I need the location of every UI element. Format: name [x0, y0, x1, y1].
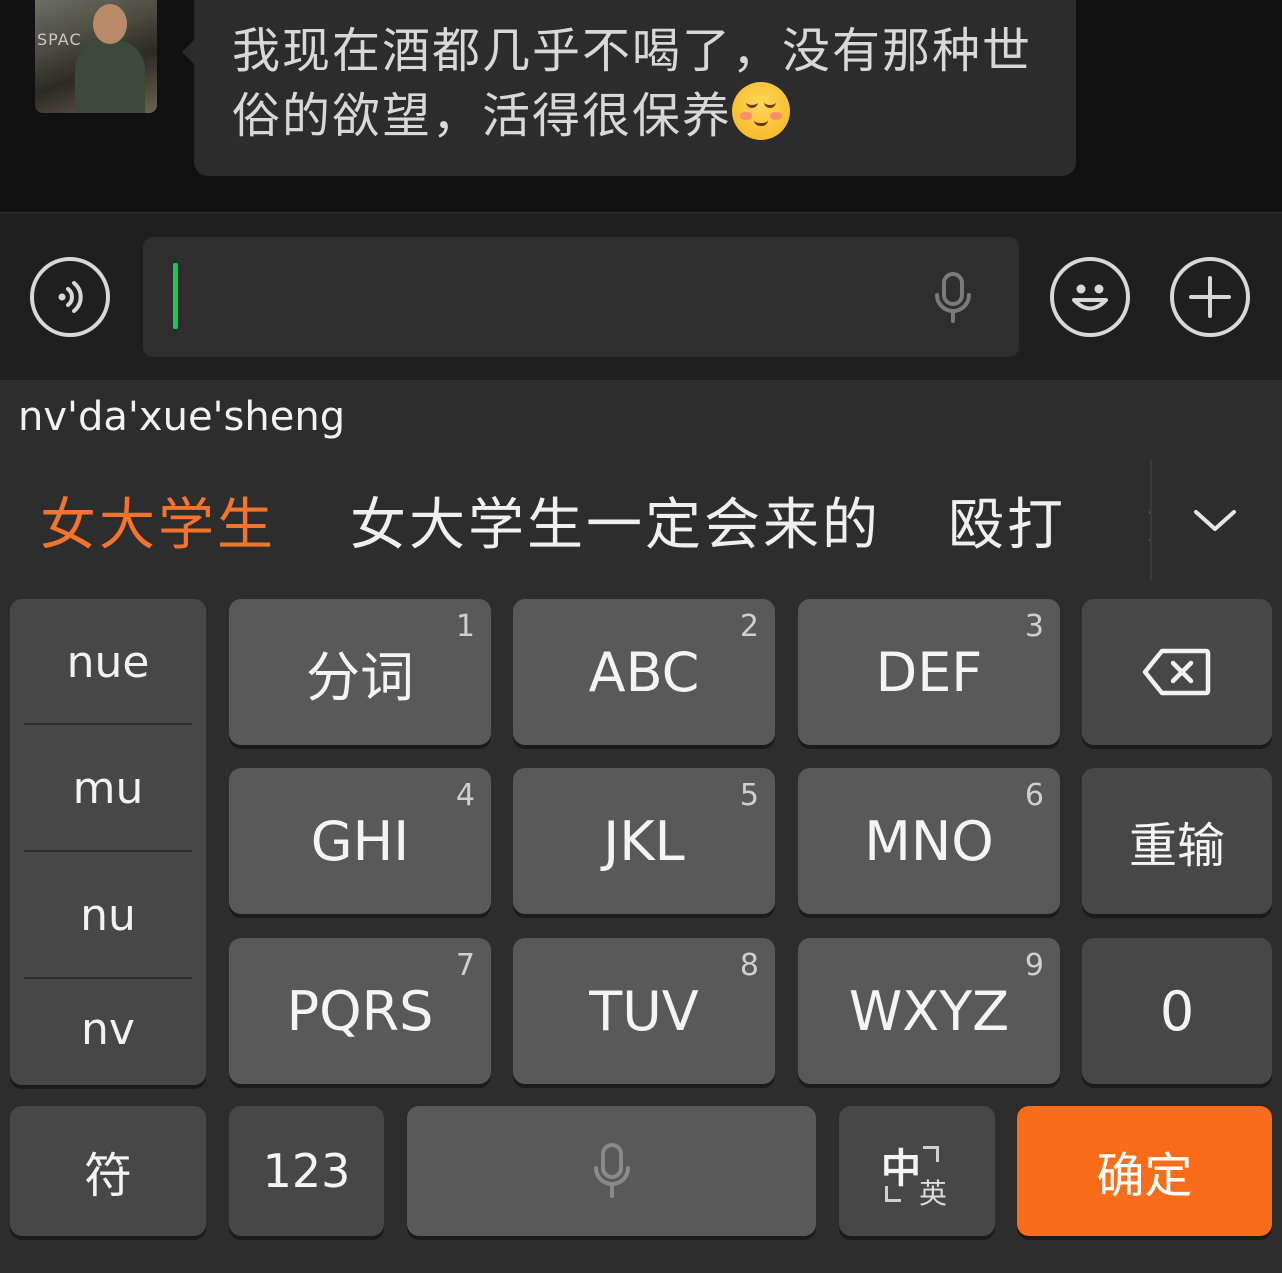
syllable-nv[interactable]: nv: [10, 979, 206, 1079]
key-label: 分词: [306, 645, 414, 709]
key-label: DEF: [875, 640, 983, 704]
message-text: 我现在酒都几乎不喝了，没有那种世俗的欲望，活得很保养: [232, 23, 1033, 144]
key-label: TUV: [589, 979, 699, 1043]
input-bar: [0, 212, 1282, 380]
reinput-key[interactable]: 重输: [1082, 768, 1272, 914]
candidate-4[interactable]: ：: [1140, 480, 1150, 560]
key-label: PQRS: [286, 979, 434, 1043]
expand-candidates-button[interactable]: [1190, 500, 1240, 540]
candidate-2[interactable]: 女大学生一定会来的: [350, 480, 881, 560]
lang-zh-label: 中: [881, 1146, 921, 1192]
lang-en-label: 英: [919, 1177, 948, 1210]
key-label: 0: [1159, 979, 1195, 1043]
key-number: 1: [455, 609, 475, 644]
microphone-icon: [593, 1143, 630, 1198]
shy-smile-emoji-icon: [732, 82, 791, 140]
avatar-face: [93, 4, 127, 44]
backspace-key[interactable]: [1082, 599, 1272, 745]
key-wxyz[interactable]: 9 WXYZ: [798, 938, 1060, 1084]
key-zero[interactable]: 0: [1082, 938, 1272, 1084]
key-label: MNO: [864, 809, 994, 873]
key-tuv[interactable]: 8 TUV: [513, 938, 775, 1084]
confirm-key[interactable]: 确定: [1017, 1106, 1272, 1236]
key-pqrs[interactable]: 7 PQRS: [229, 938, 491, 1084]
key-label: ABC: [588, 640, 700, 704]
key-def[interactable]: 3 DEF: [798, 599, 1060, 745]
syllable-list[interactable]: nue mu nu nv: [10, 599, 206, 1085]
language-switch-key[interactable]: 中 英: [839, 1106, 995, 1236]
avatar[interactable]: SPAC: [35, 0, 157, 113]
text-cursor: [173, 263, 178, 329]
composing-pinyin: nv'da'xue'sheng: [18, 394, 346, 440]
plus-icon: [1189, 276, 1231, 318]
candidate-1[interactable]: 女大学生: [40, 480, 276, 560]
space-key[interactable]: [407, 1106, 816, 1236]
voice-mode-button[interactable]: [30, 257, 110, 337]
syllable-nue[interactable]: nue: [10, 599, 206, 725]
avatar-body: [75, 40, 145, 113]
bracket-decoration: [923, 1146, 939, 1162]
key-number: 4: [455, 778, 475, 813]
chevron-down-icon: [1194, 510, 1236, 531]
key-label: 确定: [1096, 1148, 1193, 1204]
key-jkl[interactable]: 5 JKL: [513, 768, 775, 914]
microphone-icon[interactable]: [931, 271, 975, 325]
key-ghi[interactable]: 4 GHI: [229, 768, 491, 914]
key-number: 3: [1024, 609, 1044, 644]
syllable-nu[interactable]: nu: [10, 852, 206, 978]
syllable-mu[interactable]: mu: [10, 725, 206, 851]
ime-keyboard: nv'da'xue'sheng 女大学生 女大学生一定会来的 殴打 ： nue …: [0, 380, 1282, 1273]
key-mno[interactable]: 6 MNO: [798, 768, 1060, 914]
emoji-button[interactable]: [1050, 257, 1130, 337]
key-number: 7: [455, 948, 475, 983]
avatar-sign-text: SPAC: [37, 30, 82, 49]
key-label: 符: [83, 1148, 132, 1204]
more-actions-button[interactable]: [1170, 257, 1250, 337]
chat-history: SPAC 我现在酒都几乎不喝了，没有那种世俗的欲望，活得很保养: [0, 0, 1282, 212]
key-label: 123: [262, 1144, 351, 1198]
key-number: 5: [739, 778, 759, 813]
key-label: WXYZ: [848, 979, 1010, 1043]
backspace-icon: [1142, 648, 1211, 696]
key-number: 6: [1024, 778, 1044, 813]
numeric-key[interactable]: 123: [229, 1106, 384, 1236]
symbol-key[interactable]: 符: [10, 1106, 206, 1236]
candidate-divider: [1150, 460, 1152, 580]
message-bubble[interactable]: 我现在酒都几乎不喝了，没有那种世俗的欲望，活得很保养: [182, 0, 1076, 176]
key-number: 2: [739, 609, 759, 644]
key-number: 9: [1024, 948, 1044, 983]
key-number: 8: [739, 948, 759, 983]
key-label: JKL: [603, 809, 685, 873]
key-fenci[interactable]: 1 分词: [229, 599, 491, 745]
candidate-3[interactable]: 殴打: [948, 480, 1066, 560]
voice-mode-icon: [58, 281, 83, 313]
candidate-bar: 女大学生 女大学生一定会来的 殴打 ：: [0, 480, 1150, 560]
key-label: 重输: [1128, 818, 1225, 874]
message-input[interactable]: [143, 237, 1019, 357]
key-label: GHI: [310, 809, 410, 873]
key-abc[interactable]: 2 ABC: [513, 599, 775, 745]
emoji-icon: [1072, 284, 1108, 311]
